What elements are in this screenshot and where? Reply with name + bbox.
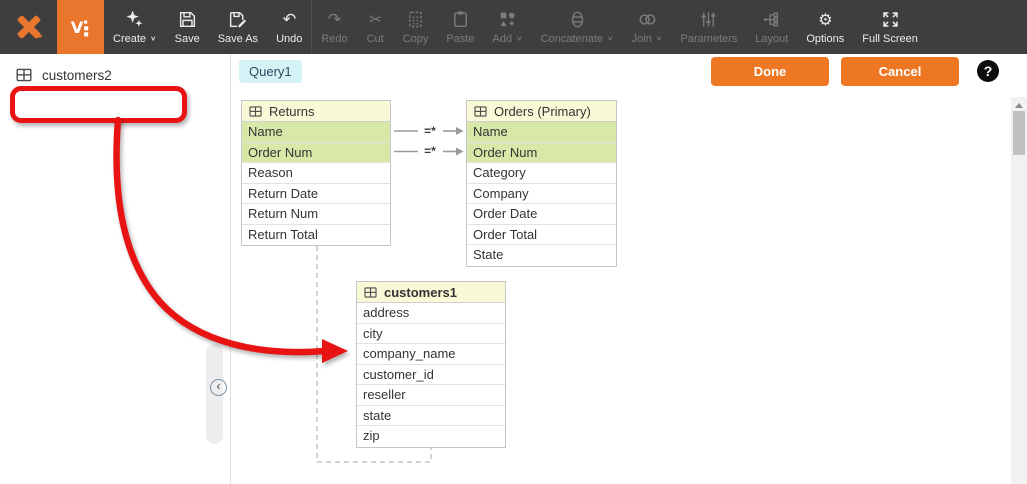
- sidebar-item-label: customers2: [42, 68, 112, 83]
- copy-icon: [406, 10, 425, 29]
- table-field-row[interactable]: Name: [242, 122, 390, 143]
- table-title: customers1: [384, 285, 457, 300]
- table-field-row[interactable]: Order Num: [242, 143, 390, 164]
- save-button[interactable]: Save ∨: [166, 0, 209, 54]
- table-field-row[interactable]: Return Num: [242, 204, 390, 225]
- copy-button: Copy ∨: [394, 0, 438, 54]
- undo-icon: [280, 10, 299, 29]
- save-icon: [178, 10, 197, 29]
- join-button: Join ∨: [623, 0, 672, 54]
- table-field-row[interactable]: company_name: [357, 344, 505, 365]
- table-title: Returns: [269, 104, 315, 119]
- add-button: Add ∨: [483, 0, 531, 54]
- gear-icon: [816, 10, 835, 29]
- save-as-icon: [228, 10, 247, 29]
- layout-tree-icon: [762, 10, 781, 29]
- join-rings-icon: [638, 10, 657, 29]
- table-field-row[interactable]: state: [357, 406, 505, 427]
- table-orders-primary[interactable]: Orders (Primary) Name Order Num Category…: [466, 100, 617, 267]
- table-field-row[interactable]: Order Num: [467, 143, 616, 164]
- active-tool-tab[interactable]: [57, 0, 104, 54]
- layout-button: Layout ∨: [746, 0, 797, 54]
- parameters-button: Parameters ∨: [671, 0, 746, 54]
- done-button[interactable]: Done: [711, 57, 829, 86]
- table-field-row[interactable]: Reason: [242, 163, 390, 184]
- cut-button: Cut ∨: [357, 0, 394, 54]
- undo-button[interactable]: Undo ∨: [267, 0, 312, 54]
- table-header: Orders (Primary): [467, 101, 616, 122]
- concatenate-button: Concatenate ∨: [532, 0, 623, 54]
- table-field-row[interactable]: Name: [467, 122, 616, 143]
- active-tool-icon: [69, 15, 93, 39]
- table-field-row[interactable]: city: [357, 324, 505, 345]
- redo-button: Redo ∨: [312, 0, 356, 54]
- table-header: customers1: [357, 282, 505, 303]
- chevron-down-icon: ∨: [150, 34, 157, 43]
- add-shapes-icon: [498, 10, 517, 29]
- table-field-row[interactable]: Order Date: [467, 204, 616, 225]
- table-grid-icon: [15, 67, 33, 83]
- table-grid-icon: [363, 286, 378, 299]
- join-operator-label: =*: [419, 144, 441, 158]
- sidebar-item-customers2[interactable]: customers2: [0, 54, 230, 83]
- app-logo[interactable]: [0, 0, 57, 54]
- table-grid-icon: [248, 105, 263, 118]
- main-toolbar: Create ∨ Save ∨ Save As ∨: [0, 0, 1027, 54]
- options-button[interactable]: Options ∨: [797, 0, 853, 54]
- cut-icon: [366, 10, 385, 29]
- table-returns[interactable]: Returns Name Order Num Reason Return Dat…: [241, 100, 391, 246]
- sparkle-icon: [125, 10, 144, 29]
- cancel-button[interactable]: Cancel: [841, 57, 959, 86]
- table-field-row[interactable]: zip: [357, 426, 505, 447]
- table-grid-icon: [473, 105, 488, 118]
- table-title: Orders (Primary): [494, 104, 591, 119]
- table-field-row[interactable]: Order Total: [467, 225, 616, 246]
- table-field-row[interactable]: address: [357, 303, 505, 324]
- table-field-row[interactable]: Return Date: [242, 184, 390, 205]
- vertical-scrollbar-track[interactable]: [1011, 97, 1027, 484]
- chevron-down-icon: ∨: [607, 34, 614, 43]
- query-tab[interactable]: Query1: [239, 60, 302, 83]
- create-button[interactable]: Create ∨: [104, 0, 166, 54]
- table-field-row[interactable]: reseller: [357, 385, 505, 406]
- crossed-tools-logo-icon: [13, 11, 45, 43]
- full-screen-button[interactable]: Full Screen ∨: [853, 0, 927, 54]
- table-header: Returns: [242, 101, 390, 122]
- chevron-down-icon: ∨: [656, 34, 663, 43]
- redo-icon: [325, 10, 344, 29]
- collapse-chevron-left-icon[interactable]: ‹: [210, 379, 227, 396]
- annotation-highlight-box: [10, 86, 187, 123]
- query-tab-label: Query1: [249, 64, 292, 79]
- vertical-scrollbar-thumb[interactable]: [1013, 111, 1025, 155]
- table-field-row[interactable]: customer_id: [357, 365, 505, 386]
- sliders-icon: [699, 10, 718, 29]
- join-operator-label: =*: [419, 124, 441, 138]
- table-customers1[interactable]: customers1 address city company_name cus…: [356, 281, 506, 448]
- chevron-down-icon: ∨: [516, 34, 523, 43]
- full-screen-icon: [881, 10, 900, 29]
- concatenate-icon: [568, 10, 587, 29]
- table-field-row[interactable]: State: [467, 245, 616, 266]
- scrollbar-up-arrow-icon[interactable]: [1015, 103, 1023, 108]
- toolbar-items: Create ∨ Save ∨ Save As ∨: [104, 0, 927, 54]
- help-button[interactable]: ?: [977, 60, 999, 82]
- table-field-row[interactable]: Company: [467, 184, 616, 205]
- paste-icon: [451, 10, 470, 29]
- table-field-row[interactable]: Return Total: [242, 225, 390, 246]
- table-field-row[interactable]: Category: [467, 163, 616, 184]
- save-as-button[interactable]: Save As ∨: [209, 0, 267, 54]
- paste-button: Paste ∨: [437, 0, 483, 54]
